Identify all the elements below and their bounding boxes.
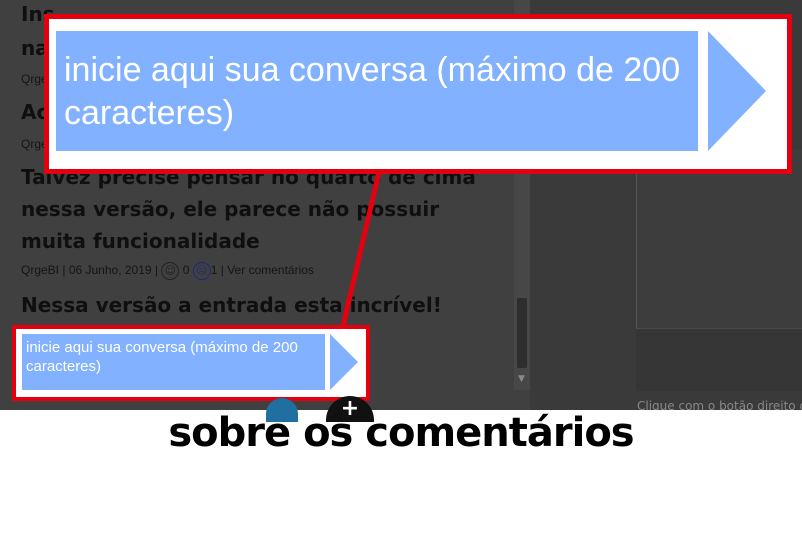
chat-input[interactable]: inicie aqui sua conversa (máximo de 200 …: [22, 334, 325, 390]
scroll-thumb[interactable]: [517, 298, 527, 368]
like-count: 0: [182, 263, 190, 278]
comment-date: 06 Junho, 2019: [68, 263, 152, 278]
zoomed-chat-input-highlight: inicie aqui sua conversa (máximo de 200 …: [44, 14, 792, 174]
comment-title: Nessa versão a entrada esta incrível!: [21, 293, 442, 317]
smile-icon[interactable]: ☺: [161, 262, 180, 280]
view-comments-link[interactable]: Ver comentários: [227, 263, 314, 277]
scroll-down-icon[interactable]: ▼: [518, 374, 525, 384]
zoomed-chat-input: inicie aqui sua conversa (máximo de 200 …: [56, 31, 698, 151]
chat-input-highlight: inicie aqui sua conversa (máximo de 200 …: [12, 325, 370, 401]
sad-face-icon[interactable]: ☹: [192, 262, 211, 280]
comment-author: QrgeBI: [21, 263, 60, 278]
dislike-count: 1: [210, 263, 218, 278]
comment-meta: QrgeBI | 06 Junho, 2019 | ☺ 0 ☹ 1 | Ver c…: [21, 262, 314, 280]
side-pane-lower: [636, 328, 802, 391]
send-arrow-icon[interactable]: [330, 334, 358, 390]
caption-text: sobre os comentários: [168, 410, 634, 456]
send-arrow-icon: [708, 31, 766, 151]
comment-title: Talvez precise pensar no quarto de cima …: [21, 165, 476, 253]
